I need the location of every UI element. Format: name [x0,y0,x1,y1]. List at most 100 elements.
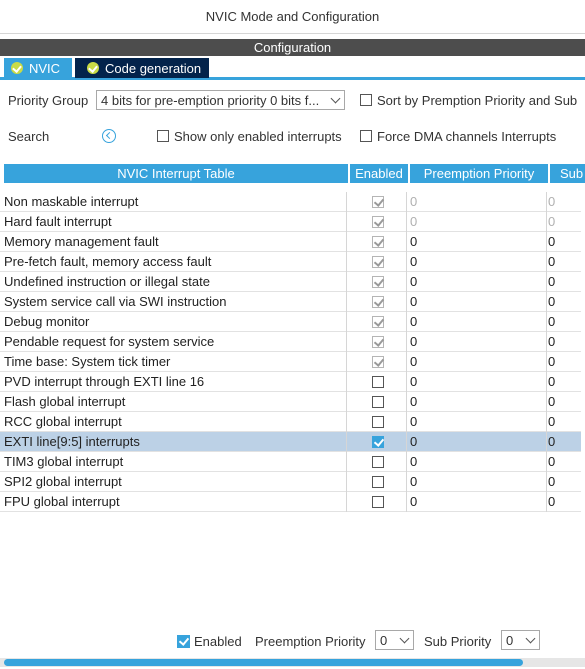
priority-group-select[interactable]: 4 bits for pre-emption priority 0 bits f… [96,90,345,110]
column-divider [346,492,347,512]
sub-priority-value[interactable]: 0 [548,354,555,369]
column-header-preemption[interactable]: Preemption Priority [410,164,550,183]
preemption-priority-select[interactable]: 0 [375,630,414,650]
show-only-enabled-checkbox[interactable] [157,130,169,142]
preemption-priority-value[interactable]: 0 [410,374,417,389]
interrupt-name: PVD interrupt through EXTI line 16 [4,374,205,389]
column-divider [406,372,407,392]
column-divider [346,292,347,312]
preemption-priority-value[interactable]: 0 [410,494,417,509]
preemption-priority-value[interactable]: 0 [410,314,417,329]
preemption-priority-value[interactable]: 0 [410,454,417,469]
table-row[interactable]: Flash global interrupt 0 0 [0,392,581,412]
horizontal-scrollbar[interactable] [0,658,585,667]
sub-priority-value[interactable]: 0 [548,254,555,269]
scrollbar-thumb[interactable] [4,659,523,666]
preemption-priority-value[interactable]: 0 [410,354,417,369]
preemption-priority-value[interactable]: 0 [410,334,417,349]
sub-priority-value: 0 [506,632,514,648]
table-row[interactable]: EXTI line[9:5] interrupts 0 0 [0,432,581,452]
preemption-priority-value[interactable]: 0 [410,214,417,229]
enabled-checkbox [372,236,384,248]
preemption-priority-value[interactable]: 0 [410,294,417,309]
table-row[interactable]: Pre-fetch fault, memory access fault 0 0 [0,252,581,272]
column-divider [346,312,347,332]
column-header-enabled[interactable]: Enabled [350,164,410,183]
sub-priority-select[interactable]: 0 [501,630,540,650]
column-divider [346,332,347,352]
force-dma-label: Force DMA channels Interrupts [377,129,557,144]
sub-priority-value[interactable]: 0 [548,394,555,409]
table-row[interactable]: System service call via SWI instruction 0… [0,292,581,312]
check-circle-icon [87,62,99,74]
column-divider [406,332,407,352]
sub-priority-value[interactable]: 0 [548,314,555,329]
column-divider [346,372,347,392]
enabled-checkbox [372,196,384,208]
column-divider [346,272,347,292]
preemption-priority-value[interactable]: 0 [410,434,417,449]
sort-by-priority-checkbox[interactable] [360,94,372,106]
table-row[interactable]: Debug monitor 0 0 [0,312,581,332]
interrupt-name: TIM3 global interrupt [4,454,124,469]
column-divider [346,252,347,272]
sub-priority-value[interactable]: 0 [548,374,555,389]
enabled-checkbox[interactable] [372,436,384,448]
column-divider [546,372,547,392]
enabled-checkbox [372,276,384,288]
preemption-priority-value[interactable]: 0 [410,254,417,269]
table-row[interactable]: SPI2 global interrupt 0 0 [0,472,581,492]
tab-code-generation[interactable]: Code generation [75,58,209,78]
sub-priority-value[interactable]: 0 [548,454,555,469]
table-row[interactable]: Hard fault interrupt 0 0 [0,212,581,232]
column-divider [546,232,547,252]
column-divider [346,352,347,372]
column-header-name[interactable]: NVIC Interrupt Table [4,164,350,183]
table-row[interactable]: PVD interrupt through EXTI line 16 0 0 [0,372,581,392]
sub-priority-value[interactable]: 0 [548,194,555,209]
sub-priority-value[interactable]: 0 [548,494,555,509]
table-row[interactable]: Memory management fault 0 0 [0,232,581,252]
sub-priority-value[interactable]: 0 [548,474,555,489]
table-row[interactable]: RCC global interrupt 0 0 [0,412,581,432]
sub-priority-value[interactable]: 0 [548,434,555,449]
preemption-priority-value[interactable]: 0 [410,234,417,249]
preemption-priority-value[interactable]: 0 [410,394,417,409]
preemption-priority-value[interactable]: 0 [410,194,417,209]
interrupt-name: Non maskable interrupt [4,194,139,209]
table-row[interactable]: Undefined instruction or illegal state 0 0 [0,272,581,292]
priority-group-label: Priority Group [8,93,89,108]
column-divider [546,272,547,292]
enabled-checkbox [372,216,384,228]
enabled-checkbox[interactable] [372,476,384,488]
table-row[interactable]: Non maskable interrupt 0 0 [0,192,581,212]
column-header-sub[interactable]: Sub [550,164,585,183]
column-divider [346,232,347,252]
sub-priority-value[interactable]: 0 [548,334,555,349]
tab-nvic[interactable]: NVIC [4,58,72,78]
sub-priority-value[interactable]: 0 [548,414,555,429]
search-back-icon[interactable] [102,129,116,143]
sub-priority-value[interactable]: 0 [548,274,555,289]
table-row[interactable]: Pendable request for system service 0 0 [0,332,581,352]
enabled-checkbox[interactable] [372,456,384,468]
preemption-priority-value[interactable]: 0 [410,474,417,489]
interrupt-name: Time base: System tick timer [4,354,171,369]
enabled-checkbox[interactable] [372,416,384,428]
sub-priority-value[interactable]: 0 [548,214,555,229]
preemption-priority-value[interactable]: 0 [410,414,417,429]
enabled-checkbox[interactable] [372,396,384,408]
force-dma-checkbox[interactable] [360,130,372,142]
column-divider [346,432,347,452]
preemption-priority-value[interactable]: 0 [410,274,417,289]
table-row[interactable]: FPU global interrupt 0 0 [0,492,581,512]
sub-priority-value[interactable]: 0 [548,294,555,309]
enabled-checkbox[interactable] [372,376,384,388]
sub-priority-value[interactable]: 0 [548,234,555,249]
column-divider [406,292,407,312]
table-row[interactable]: TIM3 global interrupt 0 0 [0,452,581,472]
enabled-checkbox[interactable] [177,635,190,648]
table-row[interactable]: Time base: System tick timer 0 0 [0,352,581,372]
enabled-checkbox[interactable] [372,496,384,508]
enabled-label: Enabled [194,634,242,649]
